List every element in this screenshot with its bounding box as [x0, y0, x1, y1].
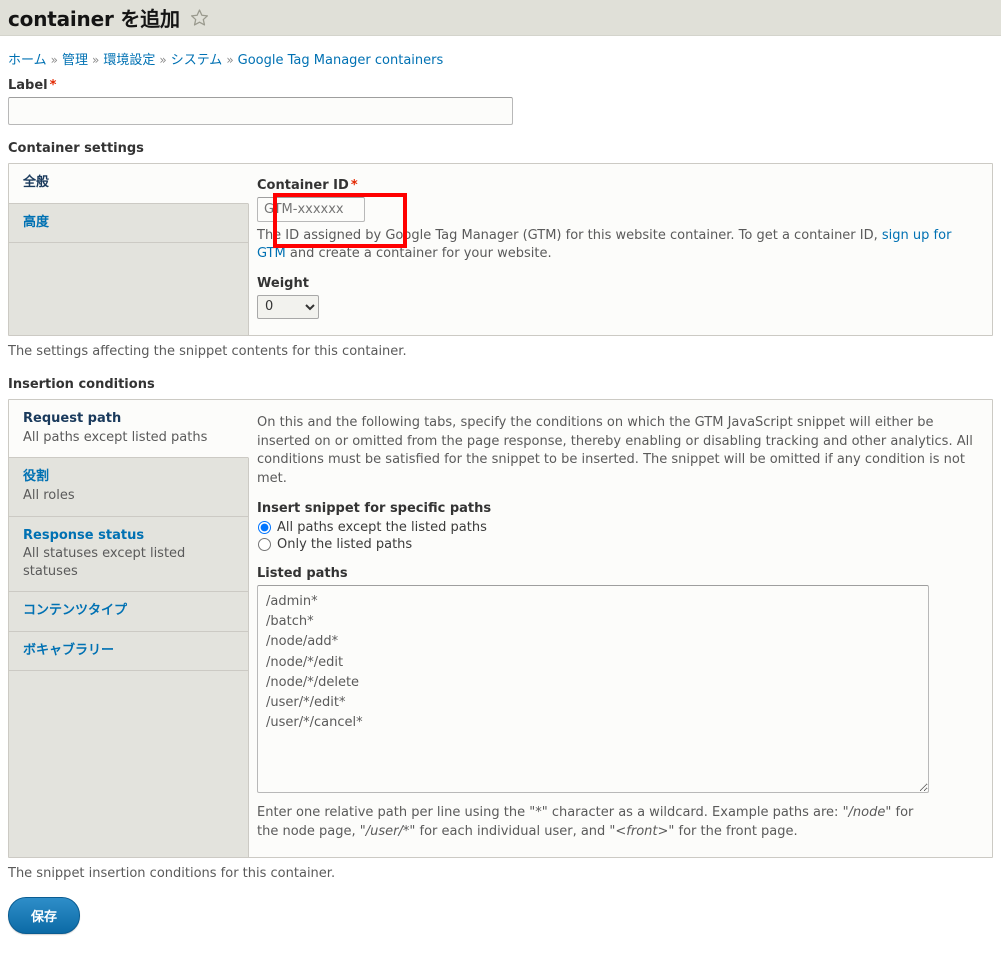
tab-roles-title: 役割	[23, 469, 50, 485]
star-outline-icon[interactable]	[190, 8, 209, 27]
breadcrumb-item-1[interactable]: 管理	[62, 53, 88, 68]
tab-vocabulary-title: ボキャブラリー	[23, 642, 115, 658]
paths-help-example-node: /node	[848, 805, 886, 821]
insertion-conditions-intro: On this and the following tabs, specify …	[257, 415, 973, 486]
container-settings-pane: Container ID* The ID assigned by Google …	[249, 164, 992, 335]
breadcrumb-item-3[interactable]: システム	[171, 53, 223, 68]
breadcrumb-item-2[interactable]: 環境設定	[103, 53, 155, 68]
tab-request-path-title: Request path	[23, 411, 122, 427]
container-settings-footer-note: The settings affecting the snippet conte…	[8, 343, 407, 359]
tab-advanced[interactable]: 高度	[9, 204, 248, 244]
listed-paths-label: Listed paths	[257, 566, 348, 582]
tab-content-type[interactable]: コンテンツタイプ	[9, 592, 248, 632]
weight-form-item: Weight 0	[257, 276, 976, 319]
container-id-description: The ID assigned by Google Tag Manager (G…	[257, 227, 976, 264]
insertion-conditions-footer-note: The snippet insertion conditions for thi…	[8, 866, 336, 882]
paths-help-part-1: Enter one relative path per line using t…	[257, 805, 849, 821]
container-settings-vertical-tabs: 全般 高度 Container ID* The ID assigned by G…	[8, 163, 993, 336]
tab-content-type-title: コンテンツタイプ	[23, 603, 128, 619]
weight-label: Weight	[257, 275, 309, 291]
breadcrumb-separator: »	[50, 53, 58, 67]
breadcrumb-separator: »	[91, 53, 100, 67]
label-field-text: Label	[8, 78, 48, 93]
breadcrumb-item-4[interactable]: Google Tag Manager containers	[238, 53, 444, 68]
radio-only-listed-input[interactable]	[258, 538, 271, 552]
paths-help-example-user: /user/*	[365, 823, 410, 839]
page-title: container を追加	[8, 7, 180, 31]
tab-roles-summary: All roles	[23, 488, 75, 503]
listed-paths-help: Enter one relative path per line using t…	[257, 804, 929, 841]
radio-all-paths-except-input[interactable]	[258, 521, 271, 535]
label-form-item: Label *	[8, 78, 993, 125]
paths-help-example-front: <front>	[615, 823, 669, 839]
tab-list-filler	[9, 671, 248, 858]
container-settings-title: Container settings	[8, 141, 144, 156]
tab-response-status-title: Response status	[23, 527, 145, 543]
paths-help-part-4: " for the front page.	[668, 823, 798, 839]
tab-advanced-title: 高度	[23, 214, 50, 230]
breadcrumb-item-0[interactable]: ホーム	[8, 53, 47, 68]
tab-vocabulary[interactable]: ボキャブラリー	[9, 632, 248, 672]
label-input[interactable]	[8, 97, 513, 125]
container-id-desc-pre: The ID assigned by Google Tag Manager (G…	[257, 228, 882, 243]
save-button[interactable]: 保存	[8, 896, 81, 934]
insertion-conditions-vertical-tabs: Request path All paths except listed pat…	[8, 399, 993, 859]
insertion-conditions-tab-list: Request path All paths except listed pat…	[9, 400, 249, 858]
page-root: container を追加 ホーム» 管理» 環境設定» システム» Google Ta…	[0, 0, 1001, 934]
tab-request-path[interactable]: Request path All paths except listed pat…	[9, 400, 249, 459]
main-content: Label * Container settings 全般 高度 Containe…	[0, 78, 1001, 934]
weight-select[interactable]: 0	[257, 294, 319, 319]
page-header: container を追加	[0, 0, 1001, 36]
container-id-label: Container ID *	[257, 178, 976, 193]
insertion-conditions-pane: On this and the following tabs, specify …	[249, 400, 992, 858]
tab-list-filler	[9, 243, 248, 335]
tab-general[interactable]: 全般	[9, 164, 249, 204]
breadcrumb: ホーム» 管理» 環境設定» システム» Google Tag Manager cont…	[0, 36, 1001, 78]
tab-roles[interactable]: 役割 All roles	[9, 458, 248, 517]
radio-group-label: Insert snippet for specific paths	[257, 501, 492, 517]
required-marker: *	[350, 178, 358, 193]
listed-paths-textarea[interactable]: /admin* /batch* /node/add* /node/*/edit …	[257, 585, 929, 794]
container-id-form-item: Container ID* The ID assigned by Google …	[257, 178, 976, 264]
radio-only-listed-label: Only the listed paths	[277, 537, 413, 553]
tab-response-status[interactable]: Response status All statuses except list…	[9, 517, 248, 593]
paths-help-part-3: " for each individual user, and "	[409, 823, 616, 839]
radio-all-paths-except-label: All paths except the listed paths	[277, 520, 487, 536]
insertion-conditions-title: Insertion conditions	[8, 377, 155, 393]
container-id-label-text: Container ID	[257, 178, 349, 193]
required-marker: *	[49, 78, 57, 93]
radio-all-paths-except[interactable]: All paths except the listed paths	[257, 520, 976, 535]
tab-response-status-summary: All statuses except listed statuses	[23, 546, 186, 579]
container-id-desc-post: and create a container for your website.	[285, 246, 552, 262]
breadcrumb-separator: »	[226, 53, 234, 67]
container-settings-tab-list: 全般 高度	[9, 164, 249, 335]
radio-only-listed[interactable]: Only the listed paths	[257, 537, 976, 552]
breadcrumb-separator: »	[159, 53, 167, 67]
container-id-input[interactable]	[257, 197, 365, 222]
label-field-label: Label *	[8, 78, 993, 93]
tab-request-path-summary: All paths except listed paths	[23, 429, 208, 445]
tab-general-title: 全般	[23, 175, 50, 190]
